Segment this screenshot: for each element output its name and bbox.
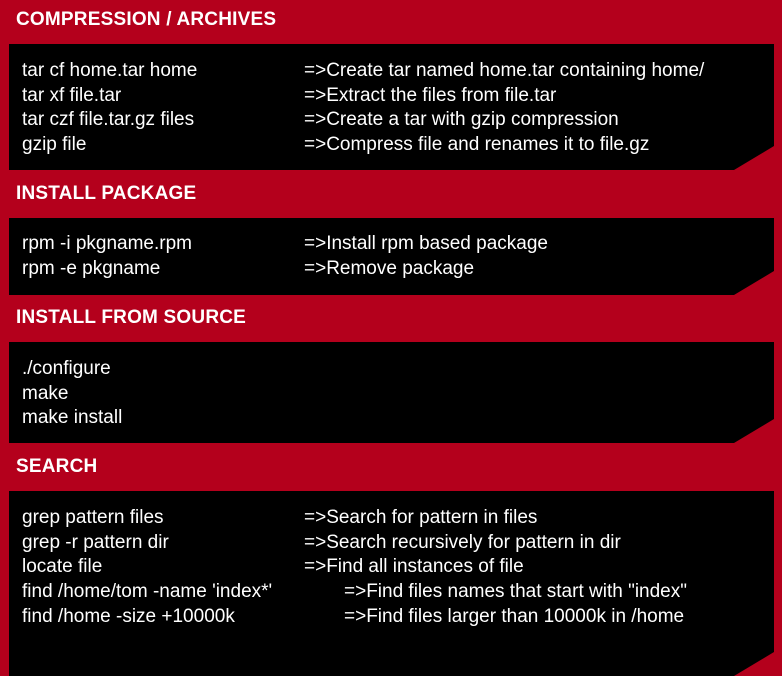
command-text: rpm -e pkgname — [22, 258, 161, 279]
command-description: =>Create tar named home.tar containing h… — [304, 60, 705, 81]
command-text: locate file — [22, 556, 103, 577]
command-text: ./configure — [22, 358, 111, 379]
command-text: make install — [22, 407, 123, 428]
command-text: find /home/tom -name 'index*' — [22, 581, 273, 602]
command-description: =>Search recursively for pattern in dir — [304, 532, 621, 553]
command-text: gzip file — [22, 134, 87, 155]
section-box-search: grep pattern files =>Search for pattern … — [9, 491, 774, 676]
section-title-search: SEARCH — [16, 456, 98, 477]
command-text: grep pattern files — [22, 507, 164, 528]
section-title-compression: COMPRESSION / ARCHIVES — [16, 9, 277, 30]
command-text: grep -r pattern dir — [22, 532, 169, 553]
command-description: =>Install rpm based package — [304, 233, 548, 254]
command-text: tar xf file.tar — [22, 85, 122, 106]
command-description: =>Remove package — [304, 258, 475, 279]
command-description: =>Extract the files from file.tar — [304, 85, 557, 106]
section-title-install-package: INSTALL PACKAGE — [16, 183, 197, 204]
command-description: =>Find files names that start with "inde… — [344, 581, 687, 602]
command-description: =>Search for pattern in files — [304, 507, 538, 528]
section-box-compression: tar cf home.tar home =>Create tar named … — [9, 44, 774, 170]
command-text: tar cf home.tar home — [22, 60, 198, 81]
command-text: find /home -size +10000k — [22, 606, 235, 627]
section-title-install-from-source: INSTALL FROM SOURCE — [16, 307, 247, 328]
command-description: =>Compress file and renames it to file.g… — [304, 134, 650, 155]
command-description: =>Find files larger than 10000k in /home — [344, 606, 685, 627]
command-text: tar czf file.tar.gz files — [22, 109, 195, 130]
command-text: rpm -i pkgname.rpm — [22, 233, 192, 254]
section-box-install-from-source: ./configure make make install — [9, 342, 774, 443]
command-text: make — [22, 383, 69, 404]
command-description: =>Find all instances of file — [304, 556, 524, 577]
command-description: =>Create a tar with gzip compression — [304, 109, 619, 130]
section-box-install-package: rpm -i pkgname.rpm =>Install rpm based p… — [9, 218, 774, 295]
